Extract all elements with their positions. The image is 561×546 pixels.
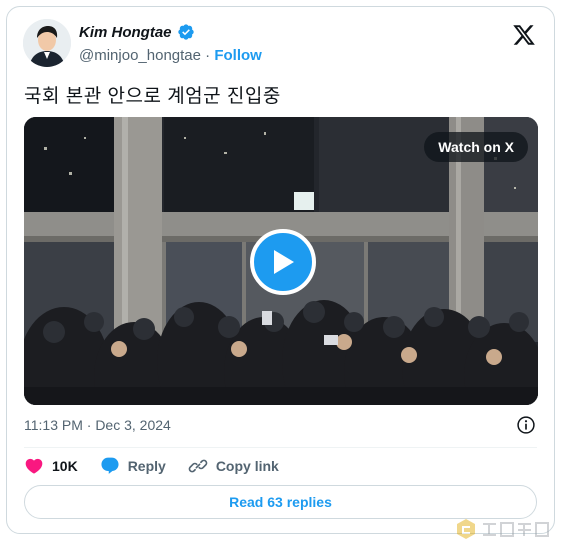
play-icon [274, 250, 294, 274]
author-name-row[interactable]: Kim Hongtae [79, 23, 195, 41]
tweet-text: 국회 본관 안으로 계엄군 진입중 [24, 86, 281, 107]
author-display-name[interactable]: Kim Hongtae [79, 24, 172, 41]
author-handle-row: @minjoo_hongtae · Follow [79, 47, 262, 64]
author-handle[interactable]: @minjoo_hongtae [79, 47, 201, 64]
reply-button[interactable]: Reply [100, 456, 166, 476]
watermark-logo-icon [457, 519, 475, 539]
tweet-actions: 10K Reply Copy link [24, 456, 301, 476]
avatar[interactable] [23, 19, 71, 67]
verified-badge-icon [177, 24, 194, 40]
info-icon[interactable] [516, 415, 536, 435]
watermark [455, 518, 551, 540]
like-count: 10K [52, 458, 78, 474]
watermark-wordmark-icon [483, 522, 549, 537]
like-button[interactable]: 10K [24, 456, 78, 476]
handle-separator: · [205, 47, 211, 64]
reply-label: Reply [127, 458, 166, 474]
follow-button[interactable]: Follow [214, 47, 262, 64]
avatar-photo-icon [23, 19, 71, 67]
tweet-timestamp[interactable]: 11:13 PM · Dec 3, 2024 [24, 417, 171, 433]
link-icon [188, 459, 208, 473]
video-player[interactable]: Watch on X [24, 117, 538, 405]
play-button[interactable] [250, 229, 316, 295]
divider [24, 447, 537, 448]
x-logo-icon[interactable] [512, 23, 536, 47]
tweet-embed-card: Kim Hongtae @minjoo_hongtae · Follow 국회 … [6, 6, 555, 534]
reply-bubble-icon [101, 457, 119, 474]
copy-link-label: Copy link [215, 458, 279, 474]
read-replies-button[interactable]: Read 63 replies [24, 485, 537, 519]
heart-icon [25, 458, 43, 474]
watch-on-x-button[interactable]: Watch on X [424, 132, 528, 162]
copy-link-button[interactable]: Copy link [188, 456, 279, 476]
